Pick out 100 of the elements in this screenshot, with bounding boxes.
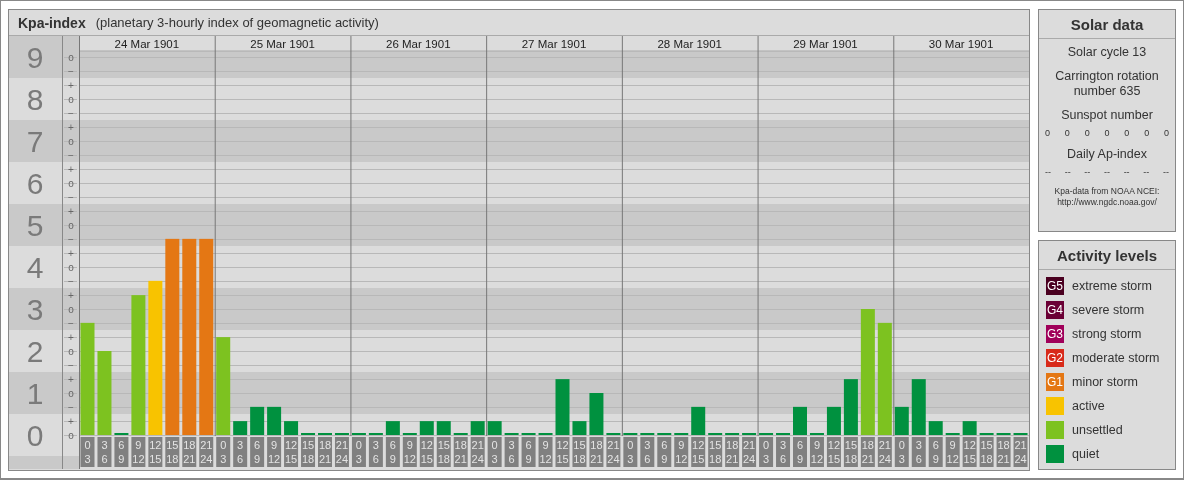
minor-tick-label: −: [68, 150, 74, 161]
time-slot-label: 21 24: [606, 437, 621, 467]
minor-tick-label: o: [68, 388, 74, 399]
time-slot-label: 18 21: [318, 437, 332, 467]
time-slot-label: 6 9: [250, 437, 265, 467]
minor-tick-label: o: [68, 220, 74, 231]
time-slot-label: 9 12: [674, 437, 689, 467]
minor-tick-label: o: [68, 94, 74, 105]
panel-title: Solar data: [1039, 10, 1175, 39]
minor-tick-label: o: [68, 304, 74, 315]
legend-label: unsettled: [1072, 423, 1123, 437]
ap-index-value: --: [1045, 167, 1051, 177]
time-slot-label: 12 15: [691, 437, 706, 467]
minor-tick-label: −: [68, 192, 74, 203]
legend-swatch: G1: [1046, 373, 1064, 391]
date-label: 26 Mar 1901: [386, 38, 451, 50]
time-slot-label: 15 18: [572, 437, 587, 467]
sunspot-value: 0: [1064, 128, 1070, 138]
legend-swatch: G5: [1046, 277, 1064, 295]
ap-index-label: Daily Ap-index: [1066, 147, 1148, 162]
minor-tick-label: +: [68, 416, 74, 427]
ap-index-value: --: [1143, 167, 1150, 177]
sunspot-value: 0: [1045, 128, 1050, 138]
time-slot-label: 12 15: [284, 437, 299, 467]
minor-tick-label: −: [68, 66, 74, 77]
legend-label: strong storm: [1072, 327, 1142, 341]
y-axis-label: 6: [26, 167, 44, 200]
legend-label: quiet: [1072, 447, 1100, 461]
time-slot-label: 0 3: [759, 437, 774, 467]
y-axis-label: 1: [26, 377, 44, 410]
legend-label: active: [1072, 399, 1105, 413]
time-slot-label: 9 12: [267, 437, 282, 467]
time-slot-label: 21 24: [199, 437, 214, 467]
date-label: 24 Mar 1901: [114, 38, 180, 50]
date-label: 29 Mar 1901: [793, 38, 858, 50]
legend-label: minor storm: [1072, 375, 1138, 389]
sunspot-value: 0: [1124, 128, 1130, 138]
legend-label: severe storm: [1072, 303, 1145, 317]
minor-tick-label: o: [68, 262, 74, 273]
minor-tick-label: +: [68, 164, 74, 175]
time-slot-label: 15 18: [708, 437, 723, 467]
time-slot-label: 0 3: [623, 437, 638, 467]
ap-index-value: --: [1064, 167, 1071, 177]
y-axis-label: 9: [26, 41, 44, 74]
minor-tick-label: o: [68, 136, 74, 147]
minor-tick-label: o: [68, 52, 74, 63]
minor-tick-label: +: [68, 290, 74, 301]
minor-tick-label: −: [68, 318, 74, 329]
sunspot-value: 0: [1104, 128, 1110, 138]
date-label: 25 Mar 1901: [250, 38, 315, 50]
date-label: 28 Mar 1901: [657, 38, 722, 50]
time-slot-label: 6 9: [657, 437, 672, 467]
date-label: 30 Mar 1901: [928, 38, 994, 50]
y-axis-label: 3: [26, 293, 44, 326]
time-slot-label: 18 21: [725, 437, 740, 467]
sunspot-label: Sunspot number: [1060, 108, 1154, 123]
time-slot-label: 15 18: [165, 437, 180, 467]
y-axis-label: 4: [26, 251, 44, 284]
legend-swatch: G3: [1046, 325, 1064, 343]
minor-tick-label: o: [68, 178, 74, 189]
minor-tick-label: o: [68, 346, 74, 357]
carrington-rotation: Carrington rotation number 635: [1054, 69, 1160, 99]
time-slot-label: 6 9: [114, 437, 129, 467]
y-axis-label: 8: [26, 83, 44, 116]
ap-index-value: --: [1123, 167, 1130, 177]
time-slot-label: 12 15: [148, 437, 163, 467]
minor-tick-label: −: [68, 108, 74, 119]
date-label: 27 Mar 1901: [521, 38, 587, 50]
ap-index-value: --: [1162, 167, 1169, 177]
time-slot-label: 6 9: [793, 437, 807, 467]
legend-swatch: G2: [1046, 349, 1064, 367]
y-axis-label: 0: [26, 419, 44, 452]
chart-subtitle: (planetary 3-hourly index of geomagnetic activity): [95, 15, 379, 30]
time-slot-label: 9 12: [131, 437, 146, 467]
minor-tick-label: +: [68, 248, 74, 259]
minor-tick-label: −: [68, 360, 74, 371]
ap-index-value: --: [1103, 167, 1110, 177]
minor-tick-label: +: [68, 332, 74, 343]
chart-title: Kpa-index: [18, 14, 86, 31]
time-slot-label: 21 24: [742, 437, 757, 467]
minor-tick-label: o: [68, 430, 74, 441]
minor-tick-label: −: [68, 276, 74, 287]
minor-tick-label: +: [68, 80, 74, 91]
y-axis-label: 2: [26, 335, 44, 368]
time-slot-label: 3 6: [97, 437, 112, 467]
legend-swatch: G4: [1046, 301, 1064, 319]
time-slot-label: 3 6: [233, 437, 248, 467]
minor-tick-label: +: [68, 374, 74, 385]
ap-index-value: --: [1084, 167, 1091, 177]
panel-title: Activity levels: [1039, 241, 1175, 270]
time-slot-label: 3 6: [776, 437, 791, 467]
y-axis-label: 7: [26, 125, 44, 158]
legend-label: moderate storm: [1072, 351, 1160, 365]
minor-tick-label: −: [68, 234, 74, 245]
minor-tick-label: +: [68, 206, 74, 217]
minor-tick-label: +: [68, 122, 74, 133]
minor-tick-label: −: [68, 402, 74, 413]
y-axis-label: 5: [26, 209, 44, 242]
time-slot-label: 18 21: [182, 437, 197, 467]
time-slot-label: 0 3: [216, 437, 231, 467]
